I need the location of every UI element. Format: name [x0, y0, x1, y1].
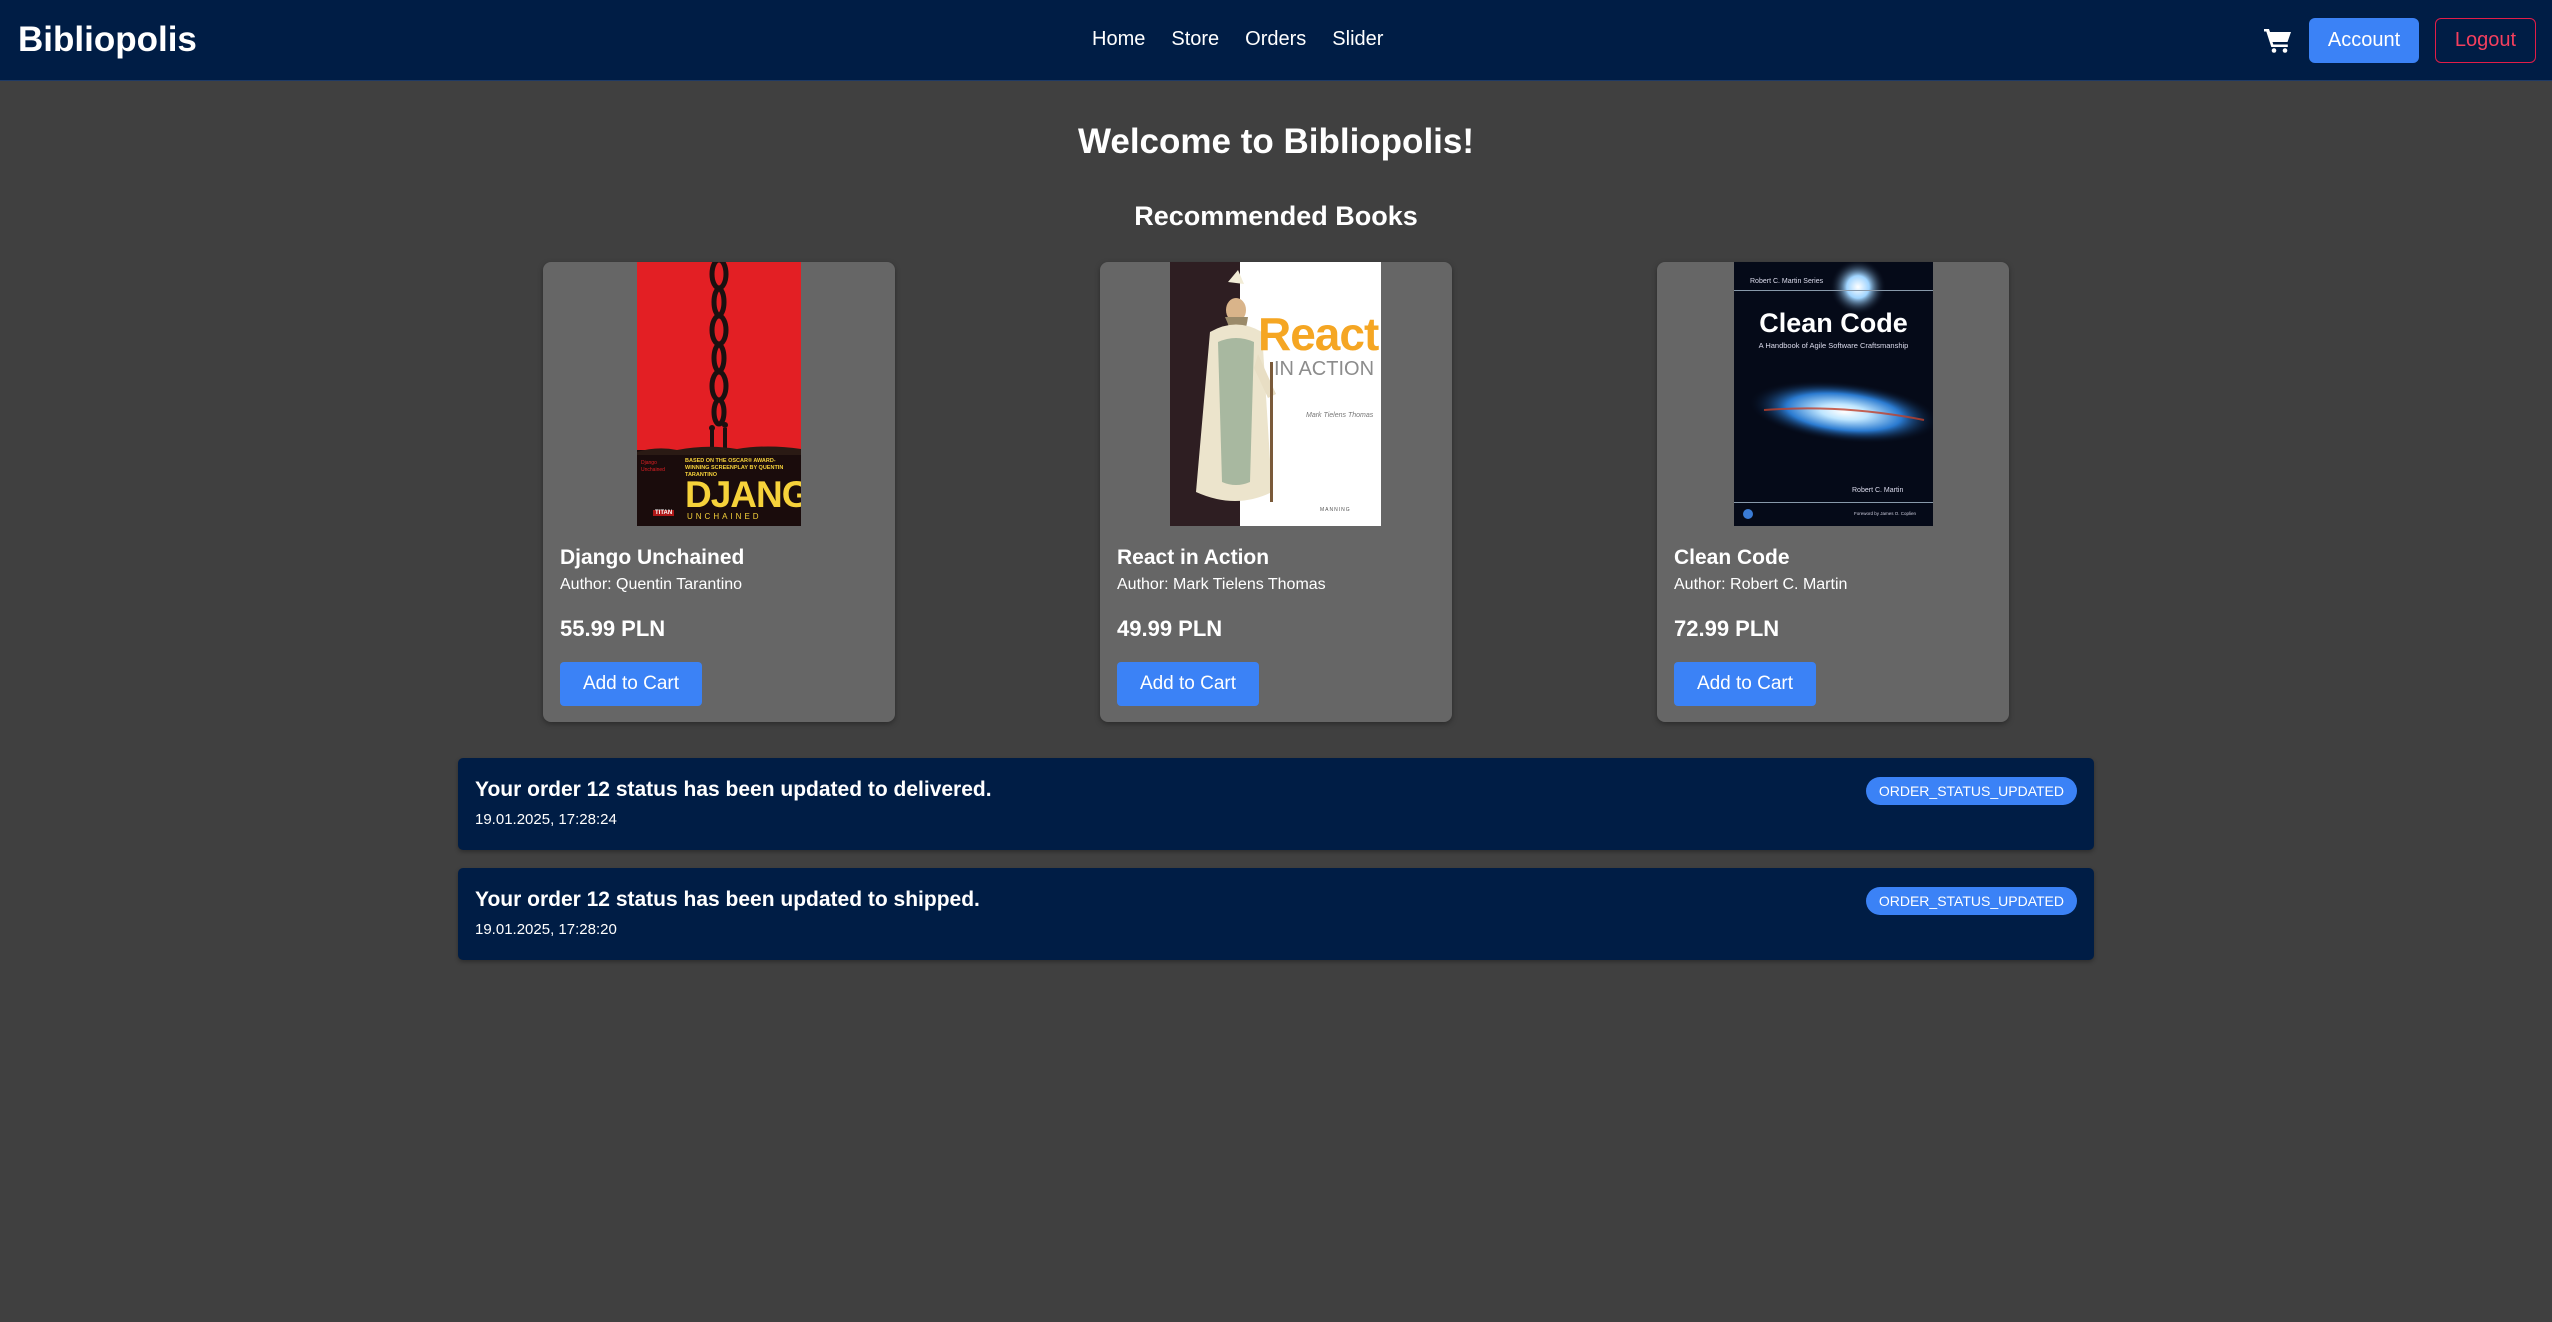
shopping-cart-icon[interactable]	[2264, 27, 2292, 53]
add-to-cart-button[interactable]: Add to Cart	[1674, 662, 1816, 706]
notification-item[interactable]: Your order 12 status has been updated to…	[458, 758, 2094, 850]
notification-message: Your order 12 status has been updated to…	[475, 888, 980, 911]
cover-title: DJANGO	[685, 474, 801, 515]
cover-author: Mark Tielens Thomas	[1306, 412, 1374, 419]
cover-author: Robert C. Martin	[1852, 487, 1904, 494]
notification-type-badge: ORDER_STATUS_UPDATED	[1865, 777, 2077, 805]
cover-subtitle: UNCHAINED	[687, 512, 762, 521]
nav-link-slider[interactable]: Slider	[1332, 28, 1383, 51]
brand-logo[interactable]: Bibliopolis	[18, 20, 197, 60]
nav-link-orders[interactable]: Orders	[1245, 28, 1306, 51]
nav-link-home[interactable]: Home	[1092, 28, 1145, 51]
cover-subtitle: A Handbook of Agile Software Craftsmansh…	[1758, 341, 1909, 350]
cover-title-top: React	[1258, 308, 1379, 360]
book-card: Robert C. Martin Series Clean Code A Han…	[1657, 262, 2009, 722]
logout-button[interactable]: Logout	[2435, 18, 2536, 63]
notification-item[interactable]: Your order 12 status has been updated to…	[458, 868, 2094, 960]
notification-timestamp: 19.01.2025, 17:28:24	[475, 811, 617, 828]
welcome-heading: Welcome to Bibliopolis!	[1077, 122, 1475, 161]
react-cover-art	[1170, 262, 1381, 526]
cover-credits: Django Unchained	[641, 460, 665, 473]
book-title: Clean Code	[1674, 546, 1790, 569]
notification-message: Your order 12 status has been updated to…	[475, 778, 992, 801]
recommended-books-heading: Recommended Books	[1134, 201, 1418, 231]
cover-foreword: Foreword by James O. Coplien	[1854, 511, 1917, 516]
book-cover-clean-code[interactable]: Robert C. Martin Series Clean Code A Han…	[1734, 262, 1933, 526]
book-title: Django Unchained	[560, 546, 745, 569]
nav-link-store[interactable]: Store	[1171, 28, 1219, 51]
notification-timestamp: 19.01.2025, 17:28:20	[475, 921, 617, 938]
book-author: Author: Quentin Tarantino	[560, 576, 743, 593]
cover-title: Clean Code	[1759, 308, 1908, 338]
book-price: 49.99 PLN	[1117, 616, 1223, 641]
top-navbar: Bibliopolis Home Store Orders Slider Acc…	[0, 0, 2552, 81]
cover-publisher-logo: TITAN	[653, 510, 675, 516]
book-price: 72.99 PLN	[1674, 616, 1780, 641]
book-cover-react[interactable]: React IN ACTION Mark Tielens Thomas MANN…	[1170, 262, 1381, 526]
book-price: 55.99 PLN	[560, 616, 666, 641]
add-to-cart-button[interactable]: Add to Cart	[560, 662, 702, 706]
notification-type-badge: ORDER_STATUS_UPDATED	[1865, 887, 2077, 915]
book-title: React in Action	[1117, 546, 1270, 569]
cover-publisher: MANNING	[1320, 507, 1351, 513]
account-button[interactable]: Account	[2309, 18, 2419, 63]
cover-series: Robert C. Martin Series	[1750, 278, 1824, 285]
cover-title-bottom: IN ACTION	[1274, 358, 1375, 380]
book-cover-django[interactable]: Django Unchained BASED ON THE OSCAR® AWA…	[637, 262, 801, 526]
main-nav: Home Store Orders Slider	[1092, 28, 1383, 51]
book-author: Author: Mark Tielens Thomas	[1117, 576, 1326, 593]
book-author: Author: Robert C. Martin	[1674, 576, 1848, 593]
add-to-cart-button[interactable]: Add to Cart	[1117, 662, 1259, 706]
book-card: React IN ACTION Mark Tielens Thomas MANN…	[1100, 262, 1452, 722]
book-card: Django Unchained BASED ON THE OSCAR® AWA…	[543, 262, 895, 722]
